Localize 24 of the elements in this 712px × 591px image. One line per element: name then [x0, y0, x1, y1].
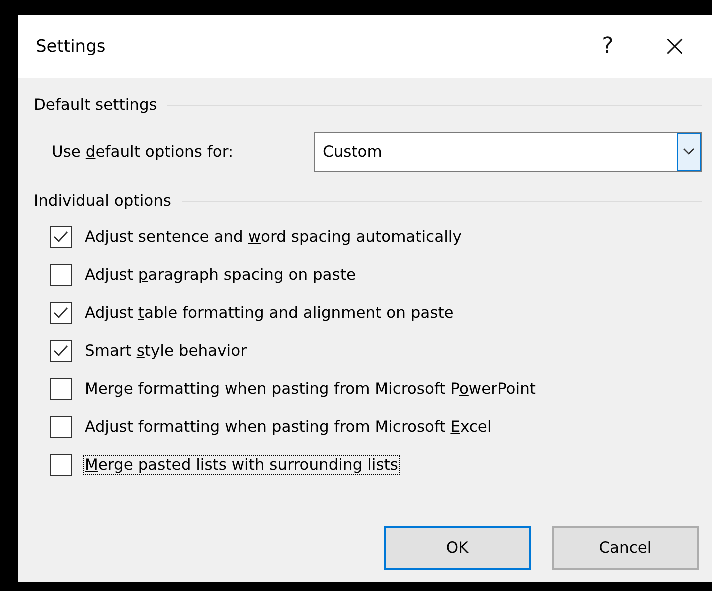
- option-label[interactable]: Adjust paragraph spacing on paste: [83, 265, 358, 285]
- window-title: Settings: [36, 36, 107, 56]
- cancel-button[interactable]: Cancel: [552, 526, 699, 570]
- checkbox[interactable]: [50, 340, 72, 362]
- option-label[interactable]: Adjust sentence and word spacing automatically: [83, 227, 464, 247]
- checkbox[interactable]: [50, 454, 72, 476]
- field-label: Use default options for:: [52, 143, 235, 161]
- option-label[interactable]: Adjust formatting when pasting from Microsoft Excel: [83, 417, 494, 437]
- group-heading: Default settings: [34, 96, 158, 114]
- close-button[interactable]: ×: [638, 29, 712, 64]
- option-label[interactable]: Adjust table formatting and alignment on paste: [83, 303, 456, 323]
- group-heading: Individual options: [34, 192, 172, 210]
- option-label[interactable]: Smart style behavior: [83, 341, 249, 361]
- checkbox[interactable]: [50, 264, 72, 286]
- option-label[interactable]: Merge formatting when pasting from Microsoft PowerPoint: [83, 379, 538, 399]
- checkbox[interactable]: [50, 302, 72, 324]
- help-button[interactable]: ?: [578, 34, 638, 59]
- checkbox[interactable]: [50, 416, 72, 438]
- checkbox[interactable]: [50, 378, 72, 400]
- option-label[interactable]: Merge pasted lists with surrounding lists: [83, 455, 400, 475]
- options-dropdown[interactable]: Custom: [314, 132, 702, 172]
- checkbox[interactable]: [50, 226, 72, 248]
- ok-button[interactable]: OK: [384, 526, 531, 570]
- chevron-down-icon: [677, 133, 701, 171]
